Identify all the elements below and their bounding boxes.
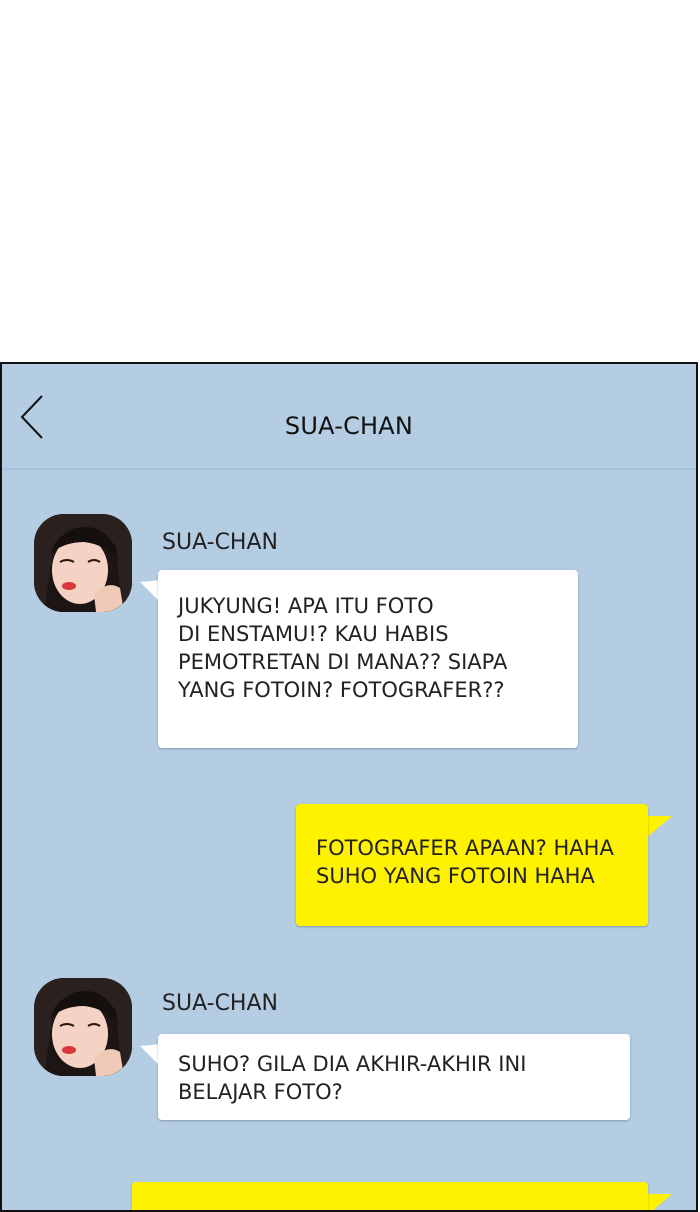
- sender-name: SUA-CHAN: [162, 991, 278, 1016]
- bubble-tail: [646, 1194, 672, 1210]
- message-line: JUKYUNG! APA ITU FOTO: [178, 594, 434, 618]
- avatar[interactable]: [34, 978, 132, 1076]
- message-bubble-incoming[interactable]: JUKYUNG! APA ITU FOTO DI ENSTAMU!? KAU H…: [158, 570, 578, 748]
- chat-screen: SUA-CHAN SUA-CHAN JUKYUNG! APA ITU FOTO …: [0, 362, 698, 1212]
- avatar[interactable]: [34, 514, 132, 612]
- message-line: YANG FOTOIN? FOTOGRAFER??: [178, 678, 505, 702]
- message-line: SUHO? GILA DIA AKHIR-AKHIR INI: [178, 1052, 527, 1076]
- avatar-portrait-icon: [34, 514, 132, 612]
- sender-name: SUA-CHAN: [162, 530, 278, 555]
- chat-header: SUA-CHAN: [2, 364, 696, 470]
- avatar-portrait-icon: [34, 978, 132, 1076]
- message-line: DI ENSTAMU!? KAU HABIS: [178, 622, 449, 646]
- bubble-tail: [646, 816, 672, 838]
- message-line: BELAJAR FOTO?: [178, 1080, 343, 1104]
- message-bubble-outgoing[interactable]: FOTOGRAFER APAAN? HAHA SUHO YANG FOTOIN …: [296, 804, 648, 926]
- chat-title: SUA-CHAN: [284, 412, 414, 440]
- message-bubble-incoming[interactable]: SUHO? GILA DIA AKHIR-AKHIR INI BELAJAR F…: [158, 1034, 630, 1120]
- message-line: PEMOTRETAN DI MANA?? SIAPA: [178, 650, 508, 674]
- message-line: SUHO YANG FOTOIN HAHA: [316, 864, 595, 888]
- message-bubble-outgoing[interactable]: [132, 1182, 648, 1210]
- message-line: FOTOGRAFER APAAN? HAHA: [316, 836, 614, 860]
